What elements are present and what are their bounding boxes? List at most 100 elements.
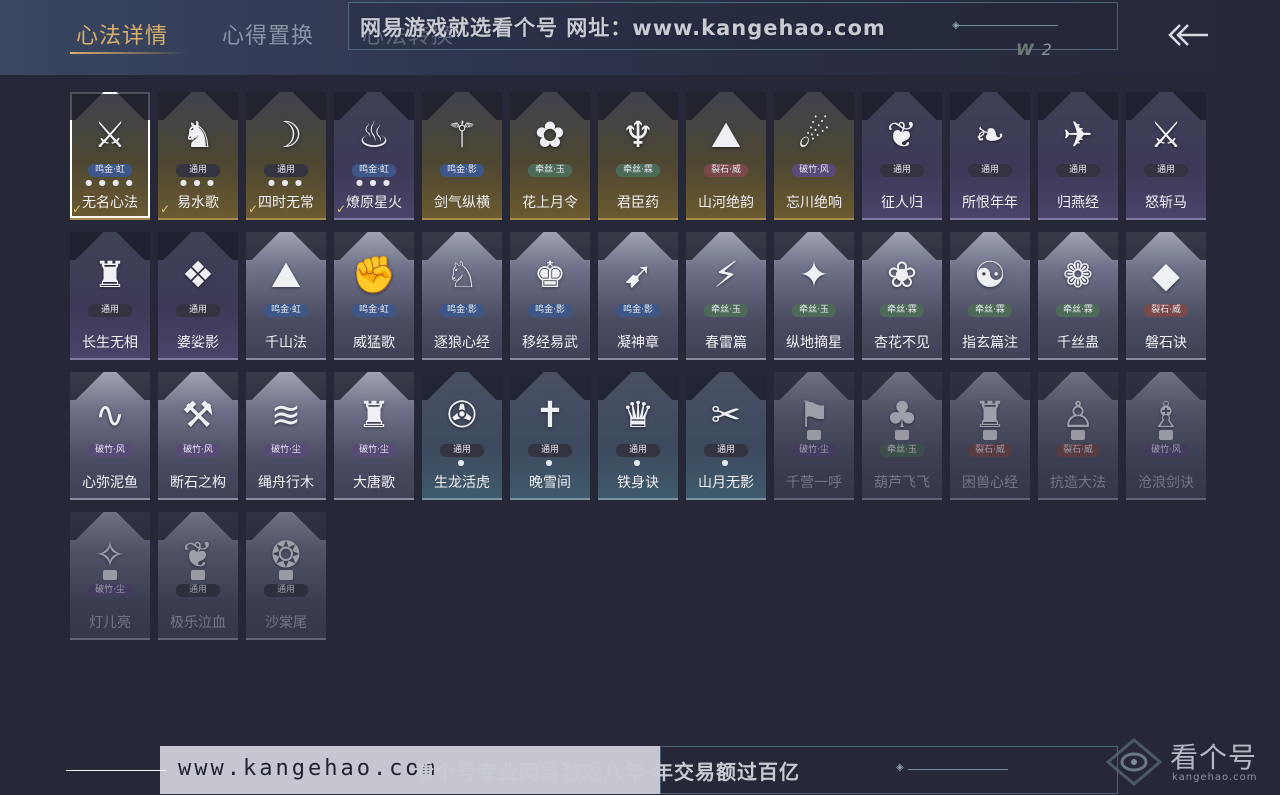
xinfa-card[interactable]: ◆ 裂石·威 磐石诀	[1126, 232, 1206, 360]
xinfa-card[interactable]: ∿ 破竹·风 心弥泥鱼	[70, 372, 150, 500]
xinfa-emblem-icon: ☽	[269, 115, 303, 156]
xinfa-card[interactable]: ✈ 通用 归燕经	[1038, 92, 1118, 220]
xinfa-card[interactable]: ☄ 破竹·风 忘川绝响	[774, 92, 854, 220]
xinfa-card[interactable]: ⛰ 鸣金·虹 千山法	[246, 232, 326, 360]
xinfa-card[interactable]: ❀ 牵丝·霖 杏花不见	[862, 232, 942, 360]
xinfa-card[interactable]: ♣ 牵丝·玉 葫芦飞飞	[862, 372, 942, 500]
school-tag: 鸣金·虹	[264, 304, 308, 317]
xinfa-emblem-icon: ✿	[534, 115, 566, 156]
lock-icon	[807, 430, 821, 440]
watermark-divider	[66, 770, 166, 771]
xinfa-name: 大唐歌	[353, 475, 395, 491]
xinfa-card[interactable]: ♚ 鸣金·影 移经易武	[510, 232, 590, 360]
xinfa-card[interactable]: ✇ 通用 ● 生龙活虎	[422, 372, 502, 500]
tab-xinfa-details[interactable]: 心法详情	[76, 18, 168, 50]
watermark-top-text: 网易游戏就选看个号 网址：www.kangehao.com	[360, 16, 886, 40]
xinfa-card[interactable]: ☽ 通用 ● ● ● 四时无常 ✓	[246, 92, 326, 220]
level-dots: ● ● ● ●	[85, 178, 135, 187]
tab-xinde-exchange[interactable]: 心得置换	[222, 18, 314, 50]
xinfa-card[interactable]: ♞ 通用 ● ● ● 易水歌 ✓	[158, 92, 238, 220]
xinfa-card[interactable]: ✧ 破竹·尘 灯儿亮	[70, 512, 150, 640]
lock-icon	[983, 430, 997, 440]
xinfa-card[interactable]: ✝ 通用 ● 晚雪间	[510, 372, 590, 500]
xinfa-card[interactable]: ⚡ 牵丝·玉 春雷篇	[686, 232, 766, 360]
xinfa-card[interactable]: ⛰ 裂石·威 山河绝韵	[686, 92, 766, 220]
xinfa-card[interactable]: ❦ 通用 极乐泣血	[158, 512, 238, 640]
school-tag: 破竹·风	[792, 164, 836, 177]
xinfa-card[interactable]: ☯ 牵丝·霖 指玄篇注	[950, 232, 1030, 360]
xinfa-emblem-icon: ≋	[270, 395, 302, 436]
xinfa-name: 山河绝韵	[698, 195, 754, 211]
school-tag: 鸣金·虹	[88, 164, 132, 177]
school-tag: 裂石·威	[704, 164, 748, 177]
xinfa-name: 心弥泥鱼	[82, 475, 138, 491]
school-tag: 牵丝·霖	[616, 164, 660, 177]
xinfa-name: 花上月令	[522, 195, 578, 211]
xinfa-card[interactable]: ⚒ 破竹·风 断石之构	[158, 372, 238, 500]
equipped-check-icon: ✓	[248, 202, 259, 216]
back-button[interactable]	[1166, 22, 1212, 48]
lock-icon	[191, 570, 205, 580]
school-tag: 牵丝·玉	[880, 444, 924, 457]
xinfa-emblem-icon: ♜	[93, 255, 127, 296]
watermark-line	[908, 769, 1008, 770]
school-tag: 通用	[968, 164, 1012, 177]
school-tag: 通用	[616, 444, 660, 457]
school-tag: 通用	[264, 164, 308, 177]
xinfa-name: 千丝蛊	[1057, 335, 1099, 351]
lock-icon	[279, 570, 293, 580]
xinfa-card[interactable]: ♛ 通用 ● 铁身诀	[598, 372, 678, 500]
school-tag: 牵丝·玉	[528, 164, 572, 177]
lock-icon	[1071, 430, 1085, 440]
level-dots: ● ● ●	[355, 178, 393, 187]
level-dots: ●	[545, 458, 555, 467]
xinfa-card[interactable]: ❁ 牵丝·霖 千丝蛊	[1038, 232, 1118, 360]
xinfa-name: 困兽心经	[962, 475, 1018, 491]
lock-icon	[1159, 430, 1173, 440]
xinfa-card[interactable]: ⚔ 通用 怒斩马	[1126, 92, 1206, 220]
xinfa-card[interactable]: ♨ 鸣金·虹 ● ● ● 燎原星火 ✓	[334, 92, 414, 220]
back-arrow-icon	[1168, 24, 1208, 46]
xinfa-emblem-icon: ✇	[446, 395, 478, 436]
level-dots: ●	[457, 458, 467, 467]
xinfa-card[interactable]: ❂ 通用 沙棠尾	[246, 512, 326, 640]
level-dots: ● ● ●	[267, 178, 305, 187]
xinfa-card[interactable]: ➹ 鸣金·影 凝神章	[598, 232, 678, 360]
xinfa-card[interactable]: ⚚ 鸣金·影 剑气纵横	[422, 92, 502, 220]
xinfa-card[interactable]: ⚑ 破竹·尘 千营一呼	[774, 372, 854, 500]
school-tag: 通用	[176, 304, 220, 317]
xinfa-name: 凝神章	[617, 335, 659, 351]
xinfa-name: 纵地摘星	[786, 335, 842, 351]
xinfa-card[interactable]: ❦ 通用 征人归	[862, 92, 942, 220]
xinfa-card[interactable]: ♜ 破竹·尘 大唐歌	[334, 372, 414, 500]
xinfa-card[interactable]: ≋ 破竹·尘 绳舟行木	[246, 372, 326, 500]
xinfa-card[interactable]: ✦ 牵丝·玉 纵地摘星	[774, 232, 854, 360]
xinfa-card[interactable]: ✊ 鸣金·虹 威猛歌	[334, 232, 414, 360]
xinfa-card[interactable]: ♗ 破竹·风 沧浪剑诀	[1126, 372, 1206, 500]
xinfa-card[interactable]: ✿ 牵丝·玉花上月令	[510, 92, 590, 220]
xinfa-emblem-icon: ✂	[710, 395, 742, 436]
xinfa-card[interactable]: ♙ 裂石·威 抗造大法	[1038, 372, 1118, 500]
school-tag: 通用	[264, 584, 308, 597]
xinfa-emblem-icon: ❧	[974, 115, 1006, 156]
xinfa-card[interactable]: ❧ 通用 所恨年年	[950, 92, 1030, 220]
xinfa-card[interactable]: ♘ 鸣金·影 逐狼心经	[422, 232, 502, 360]
school-tag: 通用	[1144, 164, 1188, 177]
school-tag: 裂石·威	[1144, 304, 1188, 317]
xinfa-name: 极乐泣血	[170, 615, 226, 631]
currency-counter: W2	[1016, 40, 1052, 59]
xinfa-name: 忘川绝响	[786, 195, 842, 211]
currency-count: 2	[1041, 40, 1052, 59]
xinfa-card[interactable]: ♜ 裂石·威 困兽心经	[950, 372, 1030, 500]
xinfa-card[interactable]: ⚔ 鸣金·虹 ● ● ● ● 无名心法 ✓	[70, 92, 150, 220]
xinfa-card[interactable]: ✂ 通用 ● 山月无影	[686, 372, 766, 500]
xinfa-card[interactable]: ❖ 通用 婆娑影	[158, 232, 238, 360]
xinfa-card[interactable]: ♜ 通用 长生无相	[70, 232, 150, 360]
xinfa-name: 剑气纵横	[434, 195, 490, 211]
xinfa-name: 君臣药	[617, 195, 659, 211]
school-tag: 破竹·尘	[792, 444, 836, 457]
xinfa-card[interactable]: ♆ 牵丝·霖 君臣药	[598, 92, 678, 220]
school-tag: 通用	[88, 304, 132, 317]
xinfa-emblem-icon: ⚡	[713, 255, 739, 296]
school-tag: 通用	[528, 444, 572, 457]
